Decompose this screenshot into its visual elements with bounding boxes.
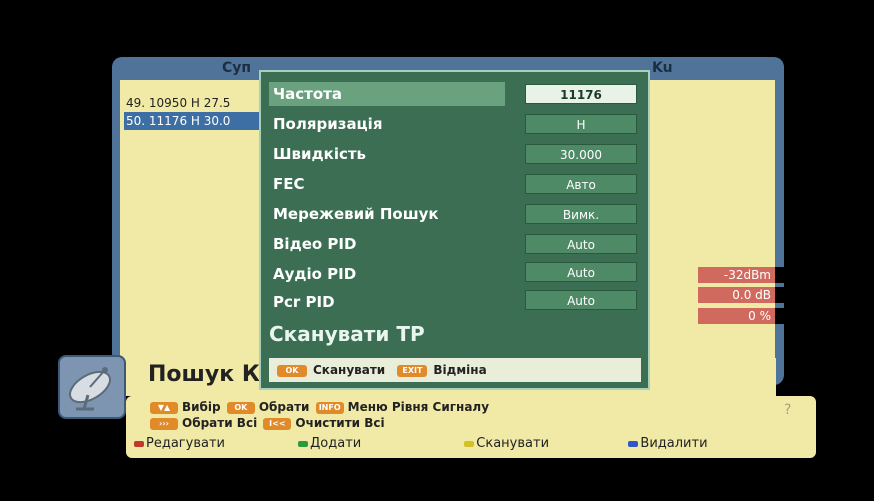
panel-title-right: Ku [652,60,673,76]
ok-key-icon: OK [226,401,255,414]
signal-ber-value: 0 % [698,308,775,324]
yellow-button-item[interactable]: Сканувати [464,436,624,451]
param-frequency-value[interactable]: 11176 [525,84,637,104]
search-title: Пошук Ка [148,362,275,387]
help-line-1: ▼▲ Вибір OK Обрати INFO Меню Рівня Сигналу [148,400,489,414]
help-icon: ? [784,402,792,418]
param-pcr-pid-value[interactable]: Auto [525,290,637,310]
next-key-icon: ››› [150,417,178,430]
blue-button-item[interactable]: Видалити [628,436,768,451]
scan-button[interactable]: Сканувати [313,363,385,377]
red-button-item[interactable]: Редагувати [134,436,294,451]
help-signal-menu-label: Меню Рівня Сигналу [347,400,490,414]
param-video-pid-value[interactable]: Auto [525,234,637,254]
transponder-row-selected[interactable]: 50. 11176 H 30.0 [124,112,266,130]
param-fec-value[interactable]: Авто [525,174,637,194]
help-panel: ▼▲ Вибір OK Обрати INFO Меню Рівня Сигналу … [126,396,816,458]
color-buttons-row: Редагувати Додати Сканувати Видалити [134,436,768,451]
param-network-search-value[interactable]: Вимк. [525,204,637,224]
help-line-2: ››› Обрати Всі I<< Очистити Всі [148,416,385,430]
cancel-button[interactable]: Відміна [433,363,486,377]
param-frequency-label[interactable]: Частота [269,82,505,106]
satellite-dish-icon [58,355,126,419]
dialog-footer: OK Сканувати EXIT Відміна [269,358,641,382]
exit-key-icon: EXIT [397,364,428,377]
param-pcr-pid-label[interactable]: Pcr PID [269,290,505,314]
help-select-all-label: Обрати Всі [182,416,258,430]
signal-quality-value: 0.0 dB [698,287,775,303]
blue-button-label: Видалити [640,436,708,451]
yellow-button-icon [464,440,475,447]
param-audio-pid-value[interactable]: Auto [525,262,637,282]
up-down-key-icon: ▼▲ [150,401,178,414]
param-polarization-value[interactable]: H [525,114,637,134]
green-button-label: Додати [310,436,362,451]
transponder-row[interactable]: 49. 10950 H 27.5 [124,94,266,112]
param-symbol-rate-value[interactable]: 30.000 [525,144,637,164]
param-fec-label[interactable]: FEC [269,172,505,196]
param-symbol-rate-label[interactable]: Швидкість [269,142,505,166]
help-select-label: Вибір [182,400,221,414]
help-clear-all-label: Очистити Всі [295,416,385,430]
green-button-item[interactable]: Додати [298,436,460,451]
red-button-label: Редагувати [146,436,225,451]
param-audio-pid-label[interactable]: Аудіо PID [269,262,505,286]
signal-level-value: -32dBm [698,267,775,283]
red-button-icon [134,440,144,447]
panel-title-left: Суп [222,60,252,76]
green-button-icon [298,440,309,447]
param-polarization-label[interactable]: Поляризація [269,112,505,136]
scan-tp-dialog: Частота 11176 Поляризація H Швидкість 30… [259,70,650,390]
prev-key-icon: I<< [263,417,292,430]
blue-button-icon [628,440,639,447]
yellow-button-label: Сканувати [476,436,550,451]
dialog-title: Сканувати TP [269,322,425,346]
ok-key-icon: OK [277,364,307,377]
param-video-pid-label[interactable]: Відео PID [269,232,505,256]
help-choose-label: Обрати [258,400,310,414]
param-network-search-label[interactable]: Мережевий Пошук [269,202,505,226]
info-key-icon: INFO [315,401,344,414]
